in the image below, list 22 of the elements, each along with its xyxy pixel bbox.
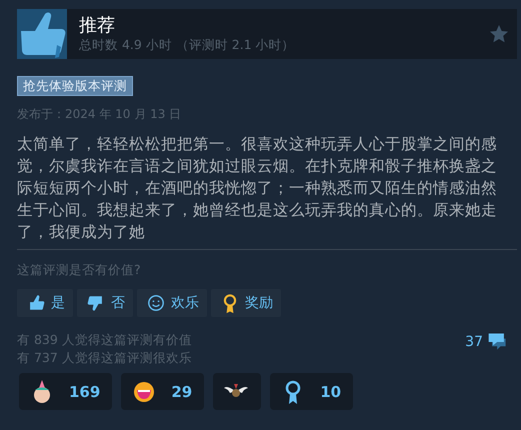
rating-summary: 有 737 人觉得这篇评测很欢乐: [17, 349, 192, 367]
yes-button[interactable]: 是: [17, 289, 73, 317]
smiley-icon: [145, 292, 167, 314]
award-chip[interactable]: 169: [19, 373, 112, 410]
review-text: 太简单了，轻轻松松把把第一。很喜欢这种玩弄人心于股掌之间的感觉，尔虞我诈在言语之间犹如过眼云烟。在扑克牌和骰子推杯换盏之际短短两个小时，在酒吧的我恍惚了；一种熟悉而又陌生的情感油然生于心间。我想起来了，她曾经也是这么玩弄我的真心的。原来她走了，我便成为了她: [17, 134, 498, 243]
verdict-title: 推荐: [79, 15, 116, 37]
star-icon: [489, 24, 509, 44]
early-access-tag: 抢先体验版本评测: [17, 76, 133, 96]
funny-button[interactable]: 欢乐: [137, 289, 207, 317]
award-chip[interactable]: [213, 373, 262, 410]
no-button[interactable]: 否: [77, 289, 133, 317]
award-count: 10: [320, 382, 342, 400]
award-count: 169: [69, 382, 100, 400]
posted-date: 发布于：2024 年 10 月 13 日: [17, 106, 182, 123]
hours-text: 总时数 4.9 小时 （评测时 2.1 小时）: [79, 37, 296, 53]
comments-link[interactable]: 37: [465, 331, 509, 353]
award-count: 29: [171, 382, 192, 400]
award-button[interactable]: 奖励: [211, 289, 281, 317]
helpful-question: 这篇评测是否有价值?: [17, 262, 142, 279]
rating-summary: 有 839 人觉得这篇评测有价值: [17, 331, 192, 349]
award-chip[interactable]: 29: [121, 373, 204, 410]
award-chip[interactable]: 10: [270, 373, 354, 410]
